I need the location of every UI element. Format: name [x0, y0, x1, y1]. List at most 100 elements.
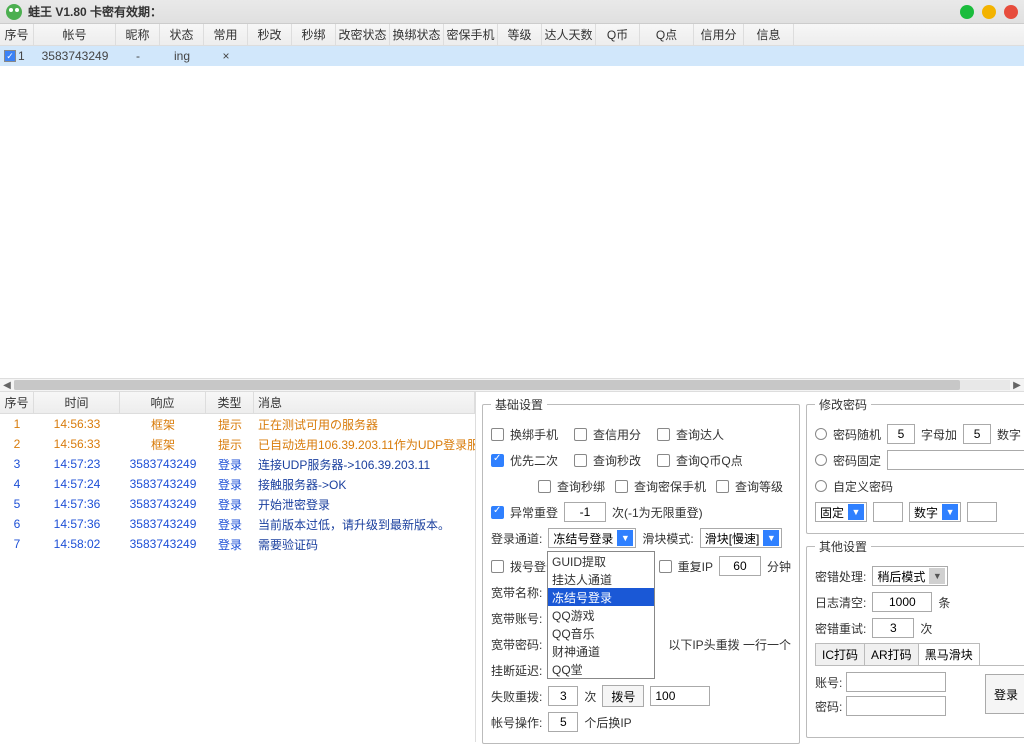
col-mibao[interactable]: 密保手机 — [444, 24, 498, 45]
row-checkbox[interactable]: ✓ — [4, 50, 16, 62]
btn-login[interactable]: 登录 — [985, 674, 1024, 714]
col-miaogai[interactable]: 秒改 — [248, 24, 292, 45]
inp-fixed-pwd[interactable] — [887, 450, 1024, 470]
log-row[interactable]: 214:56:33框架提示已自动选用106.39.203.11作为UDP登录服.… — [0, 434, 475, 454]
log-row[interactable]: 314:57:233583743249登录连接UDP服务器->106.39.20… — [0, 454, 475, 474]
opt-daren[interactable]: 挂达人通道 — [548, 570, 654, 588]
pwd-settings: 修改密码 密码随机 字母加 数字 密码固定 自定义密码 固定▼ — [806, 396, 1024, 534]
h-scrollbar[interactable]: ◀ ▶ — [0, 378, 1024, 392]
chk-bohao[interactable] — [491, 560, 504, 573]
sel-custom2[interactable]: 数字▼ — [909, 502, 961, 522]
opt-qqgame[interactable]: QQ游戏 — [548, 606, 654, 624]
inp-logclear[interactable] — [872, 592, 932, 612]
log-body[interactable]: 114:56:33框架提示正在测试可用の服务器214:56:33框架提示已自动选… — [0, 414, 475, 740]
chk-yichang[interactable] — [491, 506, 504, 519]
opt-qqmusic[interactable]: QQ音乐 — [548, 624, 654, 642]
chevron-down-icon: ▼ — [848, 504, 864, 520]
inp-repeat-min[interactable] — [719, 556, 761, 576]
log-row[interactable]: 514:57:363583743249登录开始泄密登录 — [0, 494, 475, 514]
opt-guid[interactable]: GUID提取 — [548, 552, 654, 570]
log-row[interactable]: 714:58:023583743249登录需要验证码 — [0, 534, 475, 554]
col-nick[interactable]: 昵称 — [116, 24, 160, 45]
table-row[interactable]: ✓1 3583743249 - ing × — [0, 46, 1024, 66]
inp-custom2[interactable] — [967, 502, 997, 522]
inp-rand2[interactable] — [963, 424, 991, 444]
log-col-msg[interactable]: 消息 — [254, 392, 475, 413]
log-row[interactable]: 614:57:363583743249登录当前版本过低，请升级到最新版本。 — [0, 514, 475, 534]
other-legend: 其他设置 — [815, 538, 871, 555]
scroll-right-icon[interactable]: ▶ — [1010, 378, 1024, 392]
chk-daren[interactable] — [657, 428, 670, 441]
opt-dongjie[interactable]: 冻结号登录 — [548, 588, 654, 606]
main-table-body[interactable]: ✓1 3583743249 - ing × — [0, 46, 1024, 378]
log-row[interactable]: 414:57:243583743249登录接触服务器->OK — [0, 474, 475, 494]
btn-bohao[interactable]: 拨号 — [602, 685, 644, 707]
tab-heima[interactable]: 黑马滑块 — [918, 643, 980, 665]
col-daren[interactable]: 达人天数 — [542, 24, 596, 45]
tab-ar[interactable]: AR打码 — [864, 643, 919, 665]
log-row[interactable]: 114:56:33框架提示正在测试可用の服务器 — [0, 414, 475, 434]
inp-captcha-pwd[interactable] — [846, 696, 946, 716]
col-qd[interactable]: Q点 — [640, 24, 694, 45]
log-pane: 序号 时间 响应 类型 消息 114:56:33框架提示正在测试可用の服务器21… — [0, 392, 476, 742]
col-credit[interactable]: 信用分 — [694, 24, 744, 45]
sel-custom1[interactable]: 固定▼ — [815, 502, 867, 522]
col-level[interactable]: 等级 — [498, 24, 542, 45]
col-seq[interactable]: 序号 — [0, 24, 34, 45]
chk-mibao[interactable] — [615, 480, 628, 493]
chk-dengji[interactable] — [716, 480, 729, 493]
log-col-resp[interactable]: 响应 — [120, 392, 206, 413]
chk-miaogai[interactable] — [574, 454, 587, 467]
log-col-time[interactable]: 时间 — [34, 392, 120, 413]
maximize-button[interactable] — [982, 5, 996, 19]
radio-custom[interactable] — [815, 480, 827, 492]
inp-custom1[interactable] — [873, 502, 903, 522]
col-huanbang[interactable]: 换绑状态 — [390, 24, 444, 45]
chk-huanbang[interactable] — [491, 428, 504, 441]
log-col-seq[interactable]: 序号 — [0, 392, 34, 413]
chevron-down-icon: ▼ — [617, 530, 633, 546]
sel-slide[interactable]: 滑块[慢速]▼ — [700, 528, 783, 548]
inp-rand1[interactable] — [887, 424, 915, 444]
opt-caishen[interactable]: 财神通道 — [548, 642, 654, 660]
cell-changyong: × — [204, 49, 248, 63]
chk-qbqd[interactable] — [657, 454, 670, 467]
radio-fixed[interactable] — [815, 454, 827, 466]
inp-yichang[interactable] — [564, 502, 606, 522]
chevron-down-icon: ▼ — [763, 530, 779, 546]
close-button[interactable] — [1004, 5, 1018, 19]
col-info[interactable]: 信息 — [744, 24, 794, 45]
tab-ic[interactable]: IC打码 — [815, 643, 865, 665]
scroll-thumb[interactable] — [14, 380, 960, 390]
cell-status: ing — [160, 49, 204, 63]
inp-captcha-acct[interactable] — [846, 672, 946, 692]
scroll-left-icon[interactable]: ◀ — [0, 378, 14, 392]
radio-random[interactable] — [815, 428, 827, 440]
inp-retry[interactable] — [872, 618, 914, 638]
col-miaobang[interactable]: 秒绑 — [292, 24, 336, 45]
sel-micuo[interactable]: 稍后模式▼ — [872, 566, 948, 586]
col-qb[interactable]: Q币 — [596, 24, 640, 45]
sel-channel[interactable]: 冻结号登录▼ — [548, 528, 636, 548]
col-gaimi[interactable]: 改密状态 — [336, 24, 390, 45]
log-col-type[interactable]: 类型 — [206, 392, 254, 413]
channel-dropdown[interactable]: GUID提取 挂达人通道 冻结号登录 QQ游戏 QQ音乐 财神通道 QQ堂 — [547, 551, 655, 679]
opt-qqtang[interactable]: QQ堂 — [548, 660, 654, 678]
col-changyong[interactable]: 常用 — [204, 24, 248, 45]
chk-repeat-ip[interactable] — [659, 560, 672, 573]
inp-acctop[interactable] — [548, 712, 578, 732]
minimize-button[interactable] — [960, 5, 974, 19]
inp-ip-list[interactable] — [650, 686, 710, 706]
captcha-tabs: IC打码 AR打码 黑马滑块 — [815, 643, 1024, 666]
basic-settings: 基础设置 换绑手机 查信用分 查询达人 优先二次 查询秒改 查询Q币Q点 占 查… — [482, 396, 800, 744]
main-table-header: 序号 帐号 昵称 状态 常用 秒改 秒绑 改密状态 换绑状态 密保手机 等级 达… — [0, 24, 1024, 46]
cell-acct: 3583743249 — [34, 49, 116, 63]
inp-shibai[interactable] — [548, 686, 578, 706]
basic-legend: 基础设置 — [491, 396, 547, 413]
col-status[interactable]: 状态 — [160, 24, 204, 45]
chk-xinyong[interactable] — [574, 428, 587, 441]
col-acct[interactable]: 帐号 — [34, 24, 116, 45]
chk-youxian[interactable] — [491, 454, 504, 467]
other-settings: 其他设置 密错处理: 稍后模式▼ 日志清空: 条 密错重试: 次 IC打码 — [806, 538, 1024, 738]
chk-miaobang[interactable] — [538, 480, 551, 493]
